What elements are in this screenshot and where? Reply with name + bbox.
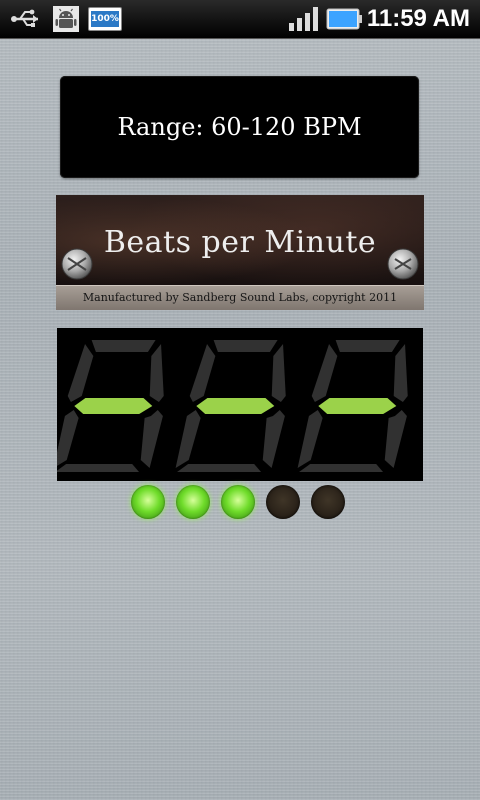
battery-widget-icon: 100% [88, 6, 122, 32]
segment-e [57, 410, 79, 468]
android-debug-icon [52, 6, 80, 32]
screw-icon [61, 248, 93, 280]
beat-indicator-leds [131, 485, 351, 521]
seven-segment-digit [175, 340, 286, 472]
title-plate: Beats per Minute Manufactured by Sandber… [56, 195, 424, 310]
segment-a [213, 340, 278, 352]
led-off [311, 485, 345, 519]
segment-f [311, 344, 338, 402]
led-on [221, 485, 255, 519]
segment-c [384, 410, 407, 468]
led-on [131, 485, 165, 519]
segment-b [149, 344, 164, 402]
battery-widget-label: 100% [91, 11, 119, 27]
seven-segment-svg [57, 340, 408, 472]
segment-e [297, 410, 323, 468]
segment-g [74, 398, 153, 414]
segment-a [335, 340, 400, 352]
status-bar: 100% 11:59 AM [0, 0, 480, 39]
screw-icon [387, 248, 419, 280]
battery-icon [326, 6, 364, 32]
usb-icon [10, 6, 44, 32]
segment-e [175, 410, 201, 468]
seven-segment-digit [297, 340, 408, 472]
segment-d [177, 464, 262, 472]
seven-segment-digit [57, 340, 164, 472]
segment-b [271, 344, 286, 402]
segment-f [189, 344, 216, 402]
range-display: Range: 60-120 BPM [60, 76, 419, 178]
plate-title: Beats per Minute [103, 225, 377, 260]
status-time: 11:59 AM [366, 5, 470, 32]
segment-g [196, 398, 275, 414]
manufacturer-label: Manufactured by Sandberg Sound Labs, cop… [82, 291, 398, 304]
segment-b [393, 344, 408, 402]
segment-c [140, 410, 163, 468]
segment-c [262, 410, 285, 468]
segment-f [67, 344, 94, 402]
led-off [266, 485, 300, 519]
segment-a [91, 340, 156, 352]
manufacturer-strip: Manufactured by Sandberg Sound Labs, cop… [56, 285, 424, 310]
led-on [176, 485, 210, 519]
segment-g [318, 398, 397, 414]
segment-d [299, 464, 384, 472]
range-label: Range: 60-120 BPM [117, 113, 362, 141]
bpm-seven-segment-display [57, 328, 423, 481]
segment-d [57, 464, 140, 472]
signal-icon [286, 6, 322, 32]
